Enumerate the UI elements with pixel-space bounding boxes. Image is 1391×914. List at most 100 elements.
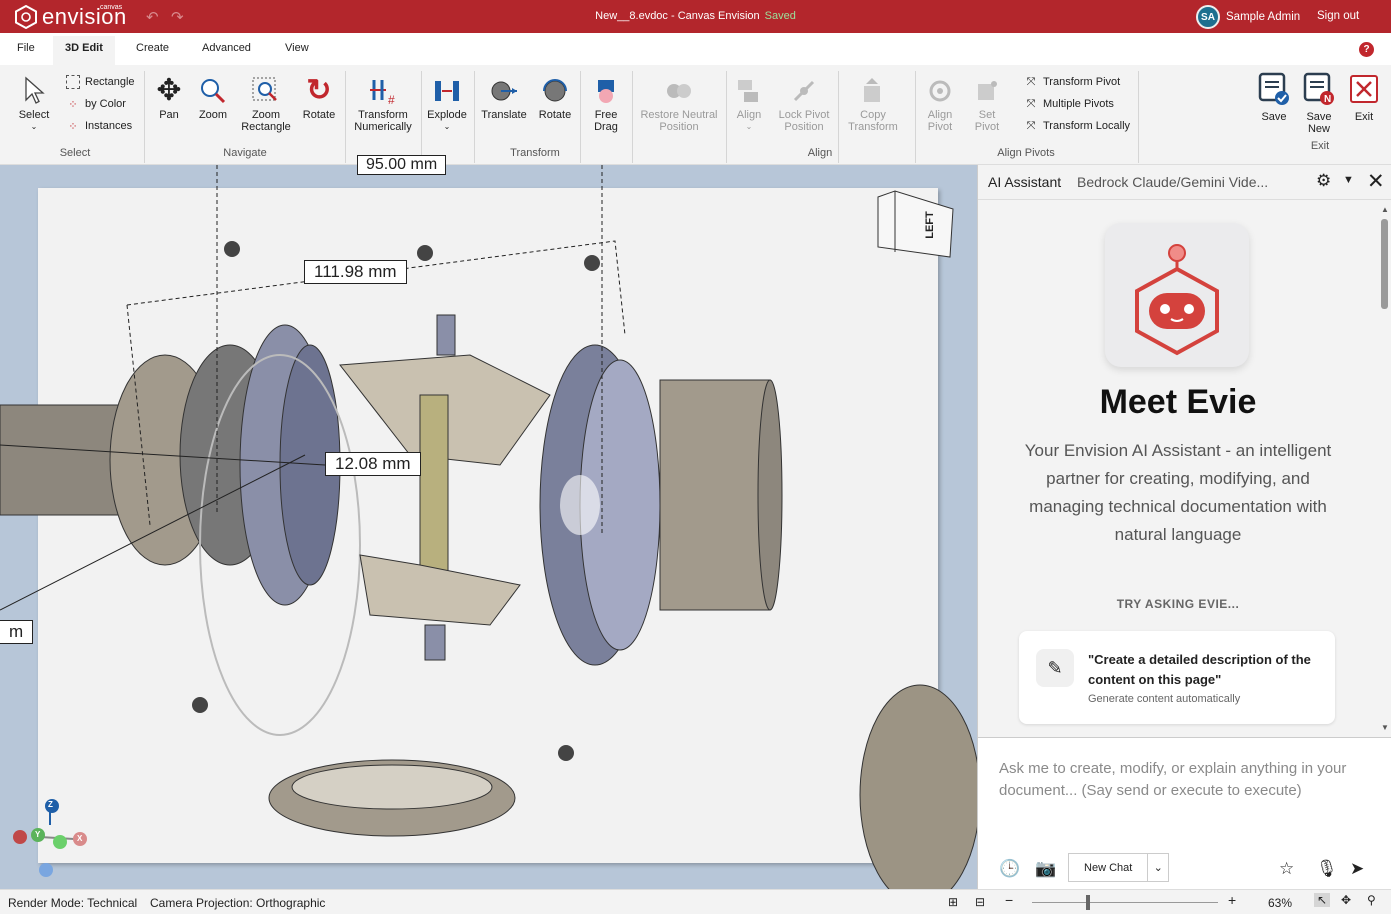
align-pivot-label-2: Pivot (927, 121, 953, 133)
zoom-in-icon[interactable]: + (1228, 892, 1236, 908)
dimension-label[interactable]: 111.98 mm (304, 260, 407, 284)
save-new-button[interactable]: N Save New (1297, 67, 1341, 135)
group-navigate: Navigate (223, 147, 267, 159)
select-rectangle-button[interactable]: Rectangle (66, 75, 135, 89)
align-button[interactable]: Align ⌄ (729, 73, 769, 133)
tab-create[interactable]: Create (136, 42, 169, 54)
model-selector[interactable]: Bedrock Claude/Gemini Vide... (1077, 174, 1268, 190)
camera-icon[interactable]: 📷 (1035, 859, 1056, 879)
tab-view[interactable]: View (285, 42, 309, 54)
scroll-up-icon[interactable]: ▲ (1381, 205, 1389, 214)
group-exit: Exit (1310, 140, 1330, 152)
zoom-slider-thumb[interactable] (1086, 895, 1090, 910)
scroll-thumb[interactable] (1381, 219, 1388, 309)
robot-icon (1135, 244, 1219, 356)
sign-out-link[interactable]: Sign out (1317, 10, 1359, 22)
render-mode[interactable]: Render Mode: Technical (8, 896, 137, 910)
3d-viewport[interactable]: 95.00 mm 111.98 mm 12.08 mm m LEFT Z Y X (0, 155, 977, 889)
zoom-rectangle-button[interactable]: Zoom Rectangle (238, 73, 294, 133)
transform-pivot-icon: ⤧ (1026, 75, 1036, 88)
panel-scrollbar[interactable]: ▲ ▼ (1378, 201, 1391, 737)
explode-button[interactable]: Explode ⌄ (424, 73, 470, 133)
chat-input-area[interactable]: Ask me to create, modify, or explain any… (978, 737, 1391, 889)
divider (580, 71, 581, 163)
tab-3d-edit[interactable]: 3D Edit (53, 36, 115, 65)
chat-input[interactable]: Ask me to create, modify, or explain any… (999, 758, 1369, 802)
send-icon[interactable]: ➤ (1350, 859, 1364, 879)
instances-icon: ⁘ (68, 120, 78, 133)
lock-pivot-label-2: Position (784, 121, 824, 133)
transform-numerically-button[interactable]: # Transform Numerically (350, 73, 416, 133)
align-pivot-button[interactable]: Align Pivot (918, 73, 962, 133)
select-button[interactable]: Select ⌄ (12, 73, 56, 133)
lock-pivot-position-button[interactable]: Lock Pivot Position (775, 73, 833, 133)
chevron-down-icon[interactable]: ▼ (1343, 174, 1354, 186)
chevron-down-icon[interactable]: ⌄ (1147, 854, 1168, 881)
help-icon[interactable]: ? (1359, 42, 1374, 57)
user-name[interactable]: Sample Admin (1226, 11, 1300, 23)
view-cube-label[interactable]: LEFT (924, 211, 936, 239)
zoom-button[interactable]: Zoom (193, 73, 233, 121)
free-drag-button[interactable]: Free Drag (584, 73, 628, 133)
rotate-icon: ↻ (306, 74, 332, 107)
rotate-part-button[interactable]: Rotate (533, 73, 577, 121)
camera-projection[interactable]: Camera Projection: Orthographic (150, 896, 325, 910)
lock-pivot-label-1: Lock Pivot (778, 109, 830, 121)
multiple-pivots-button[interactable]: ⤧ Multiple Pivots (1024, 97, 1114, 111)
exit-label: Exit (1354, 111, 1374, 123)
tab-advanced[interactable]: Advanced (202, 42, 251, 54)
zoom-rectangle-icon (238, 73, 294, 109)
select-by-color-label: by Color (85, 98, 126, 110)
transform-pivot-button[interactable]: ⤧ Transform Pivot (1024, 75, 1121, 89)
saved-status: Saved (764, 10, 796, 22)
explode-icon (424, 73, 470, 109)
scroll-down-icon[interactable]: ▼ (1381, 723, 1389, 732)
restore-label-1: Restore Neutral (640, 109, 718, 121)
ai-assistant-panel: AI Assistant Bedrock Claude/Gemini Vide.… (977, 165, 1391, 889)
dimension-label[interactable]: 12.08 mm (325, 452, 421, 476)
fit-width-icon[interactable]: ⊟ (975, 895, 985, 909)
star-icon[interactable]: ☆ (1279, 859, 1294, 879)
transform-locally-icon: ⤧ (1026, 119, 1036, 132)
suggestion-card[interactable]: ✎ "Create a detailed description of the … (1019, 631, 1335, 724)
user-menu[interactable]: SA Sample Admin (1196, 5, 1300, 29)
save-new-label-2: New (1307, 123, 1330, 135)
copy-transform-button[interactable]: Copy Transform (842, 73, 904, 133)
gear-icon[interactable]: ⚙ (1316, 171, 1331, 191)
translate-button[interactable]: Translate (478, 73, 530, 121)
zoom-mode-icon[interactable]: ⚲ (1367, 893, 1376, 907)
status-bar: Render Mode: Technical Camera Projection… (0, 889, 1391, 914)
pan-mode-icon[interactable]: ✥ (1341, 893, 1351, 907)
evie-logo (1105, 223, 1249, 367)
close-icon[interactable]: ✕ (1367, 169, 1385, 194)
dimension-label[interactable]: 95.00 mm (357, 155, 447, 175)
new-chat-button[interactable]: New Chat ⌄ (1068, 853, 1169, 882)
fit-page-icon[interactable]: ⊞ (948, 895, 958, 909)
try-asking-label: TRY ASKING EVIE... (1116, 597, 1240, 611)
avatar[interactable]: SA (1196, 5, 1220, 29)
pointer-mode-icon[interactable]: ↖ (1314, 893, 1331, 907)
transform-locally-button[interactable]: ⤧ Transform Locally (1024, 119, 1130, 133)
rotate-view-button[interactable]: ↻ Rotate (299, 73, 339, 122)
exit-button[interactable]: Exit (1344, 67, 1384, 123)
divider (144, 71, 145, 163)
microphone-icon[interactable]: 🎙 (1316, 859, 1338, 879)
free-drag-label-1: Free (594, 109, 618, 121)
select-instances-button[interactable]: ⁘ Instances (66, 119, 132, 133)
model-render[interactable] (0, 165, 977, 889)
save-button[interactable]: Save (1252, 67, 1296, 123)
suggestion-subtext: Generate content automatically (1088, 693, 1241, 705)
zoom-slider[interactable] (1032, 902, 1218, 903)
save-icon (1252, 67, 1296, 111)
tab-file[interactable]: File (17, 42, 35, 54)
copy-transform-icon (842, 73, 904, 109)
set-pivot-button[interactable]: Set Pivot (966, 73, 1008, 133)
select-by-color-button[interactable]: ⁘ by Color (66, 97, 126, 111)
pan-button[interactable]: ✥ Pan (150, 73, 188, 122)
history-icon[interactable]: 🕒 (999, 859, 1020, 879)
zoom-out-icon[interactable]: − (1005, 892, 1013, 908)
zoom-level[interactable]: 63% (1268, 896, 1292, 910)
pan-label: Pan (159, 109, 179, 121)
restore-neutral-position-button[interactable]: Restore Neutral Position (636, 73, 722, 133)
dimension-label[interactable]: m (0, 620, 34, 644)
